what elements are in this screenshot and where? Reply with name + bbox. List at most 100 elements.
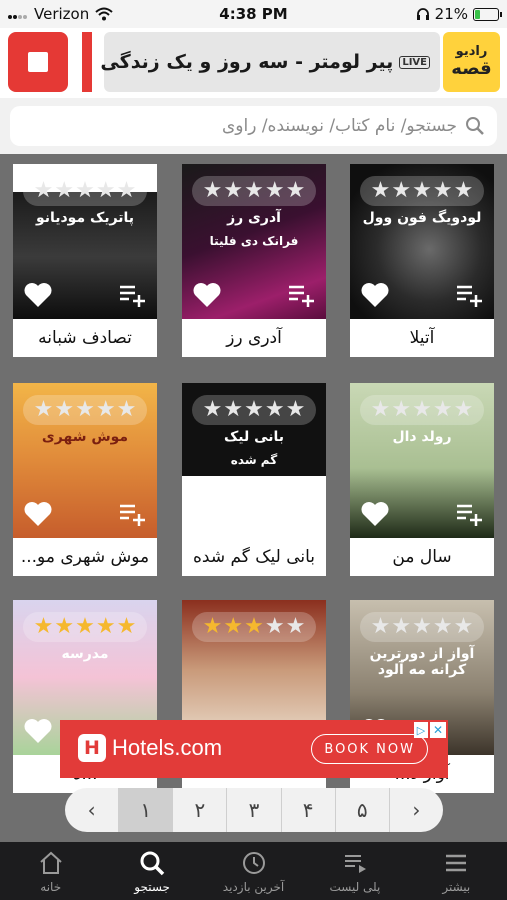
page-prev-button[interactable]: ‹ — [65, 788, 120, 832]
book-cover[interactable]: بانی لیک گم شده ★ ★ ★ ★ ★ — [182, 383, 326, 538]
star-icon[interactable]: ★ — [244, 616, 264, 638]
rating-stars[interactable]: ★ ★ ★ ★ ★ — [23, 176, 147, 206]
book-title[interactable]: بانی لیک گم شده — [182, 538, 326, 576]
tab-home[interactable]: خانه — [0, 842, 101, 900]
playlist-add-icon[interactable] — [454, 500, 484, 528]
page-4-button[interactable]: ۴ — [282, 788, 336, 832]
rating-stars[interactable]: ★ ★ ★ ★ ★ — [360, 612, 484, 642]
tab-recent[interactable]: آخرین بازدید — [203, 842, 304, 900]
book-cover[interactable]: پاتریک مودیانو ★ ★ ★ ★ ★ — [13, 164, 157, 319]
playlist-add-icon[interactable] — [117, 281, 147, 309]
star-icon[interactable]: ★ — [371, 399, 391, 421]
page-3-button[interactable]: ۳ — [227, 788, 282, 832]
tab-more[interactable]: بیشتر — [406, 842, 507, 900]
book-card[interactable]: بانی لیک گم شده ★ ★ ★ ★ ★ بانی لیک گم شده — [182, 383, 326, 576]
star-icon[interactable]: ★ — [54, 616, 74, 638]
star-icon[interactable]: ★ — [391, 399, 411, 421]
star-icon[interactable]: ★ — [203, 180, 223, 202]
rating-stars[interactable]: ★ ★ ★ ★ ★ — [23, 395, 147, 425]
now-playing[interactable]: پیر لومتر - سه روز و یک زندگی LIVE — [100, 32, 440, 92]
rating-stars[interactable]: ★ ★ ★ ★ ★ — [192, 395, 316, 425]
book-card[interactable]: پاتریک مودیانو ★ ★ ★ ★ ★ تصادف شبانه — [13, 164, 157, 357]
star-icon[interactable]: ★ — [75, 399, 95, 421]
star-icon[interactable]: ★ — [54, 399, 74, 421]
star-icon[interactable]: ★ — [412, 616, 432, 638]
ad-choices-icon[interactable]: ▷ — [414, 722, 428, 738]
page-next-button[interactable]: › — [390, 788, 443, 832]
rating-stars[interactable]: ★ ★ ★ ★ ★ — [360, 395, 484, 425]
star-icon[interactable]: ★ — [117, 399, 137, 421]
star-icon[interactable]: ★ — [244, 180, 264, 202]
book-card[interactable]: رولد دال ★ ★ ★ ★ ★ سال من — [350, 383, 494, 576]
star-icon[interactable]: ★ — [223, 180, 243, 202]
playlist-add-icon[interactable] — [117, 500, 147, 528]
rating-stars[interactable]: ★ ★ ★ ★ ★ — [192, 612, 316, 642]
book-card[interactable]: موش شهری ★ ★ ★ ★ ★ موش شهری مو... — [13, 383, 157, 576]
star-icon[interactable]: ★ — [391, 180, 411, 202]
star-icon[interactable]: ★ — [223, 399, 243, 421]
rating-stars[interactable]: ★ ★ ★ ★ ★ — [360, 176, 484, 206]
star-icon[interactable]: ★ — [117, 616, 137, 638]
star-icon[interactable]: ★ — [223, 616, 243, 638]
star-icon[interactable]: ★ — [433, 180, 453, 202]
star-icon[interactable]: ★ — [454, 180, 474, 202]
book-card[interactable]: آدری رز فرانک دی فلیتا ★ ★ ★ ★ ★ آدری رز — [182, 164, 326, 357]
star-icon[interactable]: ★ — [96, 180, 116, 202]
star-icon[interactable]: ★ — [286, 180, 306, 202]
star-icon[interactable]: ★ — [203, 399, 223, 421]
heart-icon[interactable] — [192, 281, 222, 309]
book-title[interactable]: سال من — [350, 538, 494, 576]
search-input[interactable]: جستجو/ نام کتاب/ نویسنده/ راوی — [10, 106, 497, 146]
book-title[interactable]: آدری رز — [182, 319, 326, 357]
heart-icon[interactable] — [23, 717, 53, 745]
star-icon[interactable]: ★ — [371, 180, 391, 202]
tab-search[interactable]: جستجو — [101, 842, 202, 900]
star-icon[interactable]: ★ — [265, 180, 285, 202]
ad-close-icon[interactable]: ✕ — [430, 722, 446, 738]
star-icon[interactable]: ★ — [34, 399, 54, 421]
star-icon[interactable]: ★ — [265, 616, 285, 638]
star-icon[interactable]: ★ — [371, 616, 391, 638]
star-icon[interactable]: ★ — [34, 616, 54, 638]
book-title[interactable]: تصادف شبانه — [13, 319, 157, 357]
star-icon[interactable]: ★ — [412, 180, 432, 202]
heart-icon[interactable] — [23, 281, 53, 309]
star-icon[interactable]: ★ — [286, 399, 306, 421]
star-icon[interactable]: ★ — [203, 616, 223, 638]
playlist-add-icon[interactable] — [286, 500, 316, 528]
rating-stars[interactable]: ★ ★ ★ ★ ★ — [23, 612, 147, 642]
ad-banner[interactable]: H Hotels.com BOOK NOW ▷ ✕ — [60, 720, 448, 778]
ad-book-now-button[interactable]: BOOK NOW — [311, 734, 428, 764]
page-2-button[interactable]: ۲ — [173, 788, 228, 832]
heart-icon[interactable] — [360, 281, 390, 309]
star-icon[interactable]: ★ — [412, 399, 432, 421]
heart-icon[interactable] — [360, 500, 390, 528]
star-icon[interactable]: ★ — [265, 399, 285, 421]
star-icon[interactable]: ★ — [391, 616, 411, 638]
star-icon[interactable]: ★ — [433, 399, 453, 421]
heart-icon[interactable] — [192, 500, 222, 528]
book-cover[interactable]: آدری رز فرانک دی فلیتا ★ ★ ★ ★ ★ — [182, 164, 326, 319]
page-5-button[interactable]: ۵ — [336, 788, 390, 832]
book-card[interactable]: لودویگ فون وول ★ ★ ★ ★ ★ آتیلا — [350, 164, 494, 357]
star-icon[interactable]: ★ — [117, 180, 137, 202]
book-title[interactable]: موش شهری مو... — [13, 538, 157, 576]
playlist-add-icon[interactable] — [286, 281, 316, 309]
star-icon[interactable]: ★ — [75, 180, 95, 202]
star-icon[interactable]: ★ — [433, 616, 453, 638]
book-cover[interactable]: لودویگ فون وول ★ ★ ★ ★ ★ — [350, 164, 494, 319]
star-icon[interactable]: ★ — [75, 616, 95, 638]
playlist-add-icon[interactable] — [454, 281, 484, 309]
star-icon[interactable]: ★ — [454, 616, 474, 638]
star-icon[interactable]: ★ — [54, 180, 74, 202]
book-cover[interactable]: رولد دال ★ ★ ★ ★ ★ — [350, 383, 494, 538]
tab-playlist[interactable]: پلی لیست — [304, 842, 405, 900]
star-icon[interactable]: ★ — [34, 180, 54, 202]
heart-icon[interactable] — [23, 500, 53, 528]
rating-stars[interactable]: ★ ★ ★ ★ ★ — [192, 176, 316, 206]
star-icon[interactable]: ★ — [244, 399, 264, 421]
star-icon[interactable]: ★ — [96, 616, 116, 638]
star-icon[interactable]: ★ — [286, 616, 306, 638]
page-1-button[interactable]: ۱ — [119, 788, 174, 832]
book-title[interactable]: آتیلا — [350, 319, 494, 357]
